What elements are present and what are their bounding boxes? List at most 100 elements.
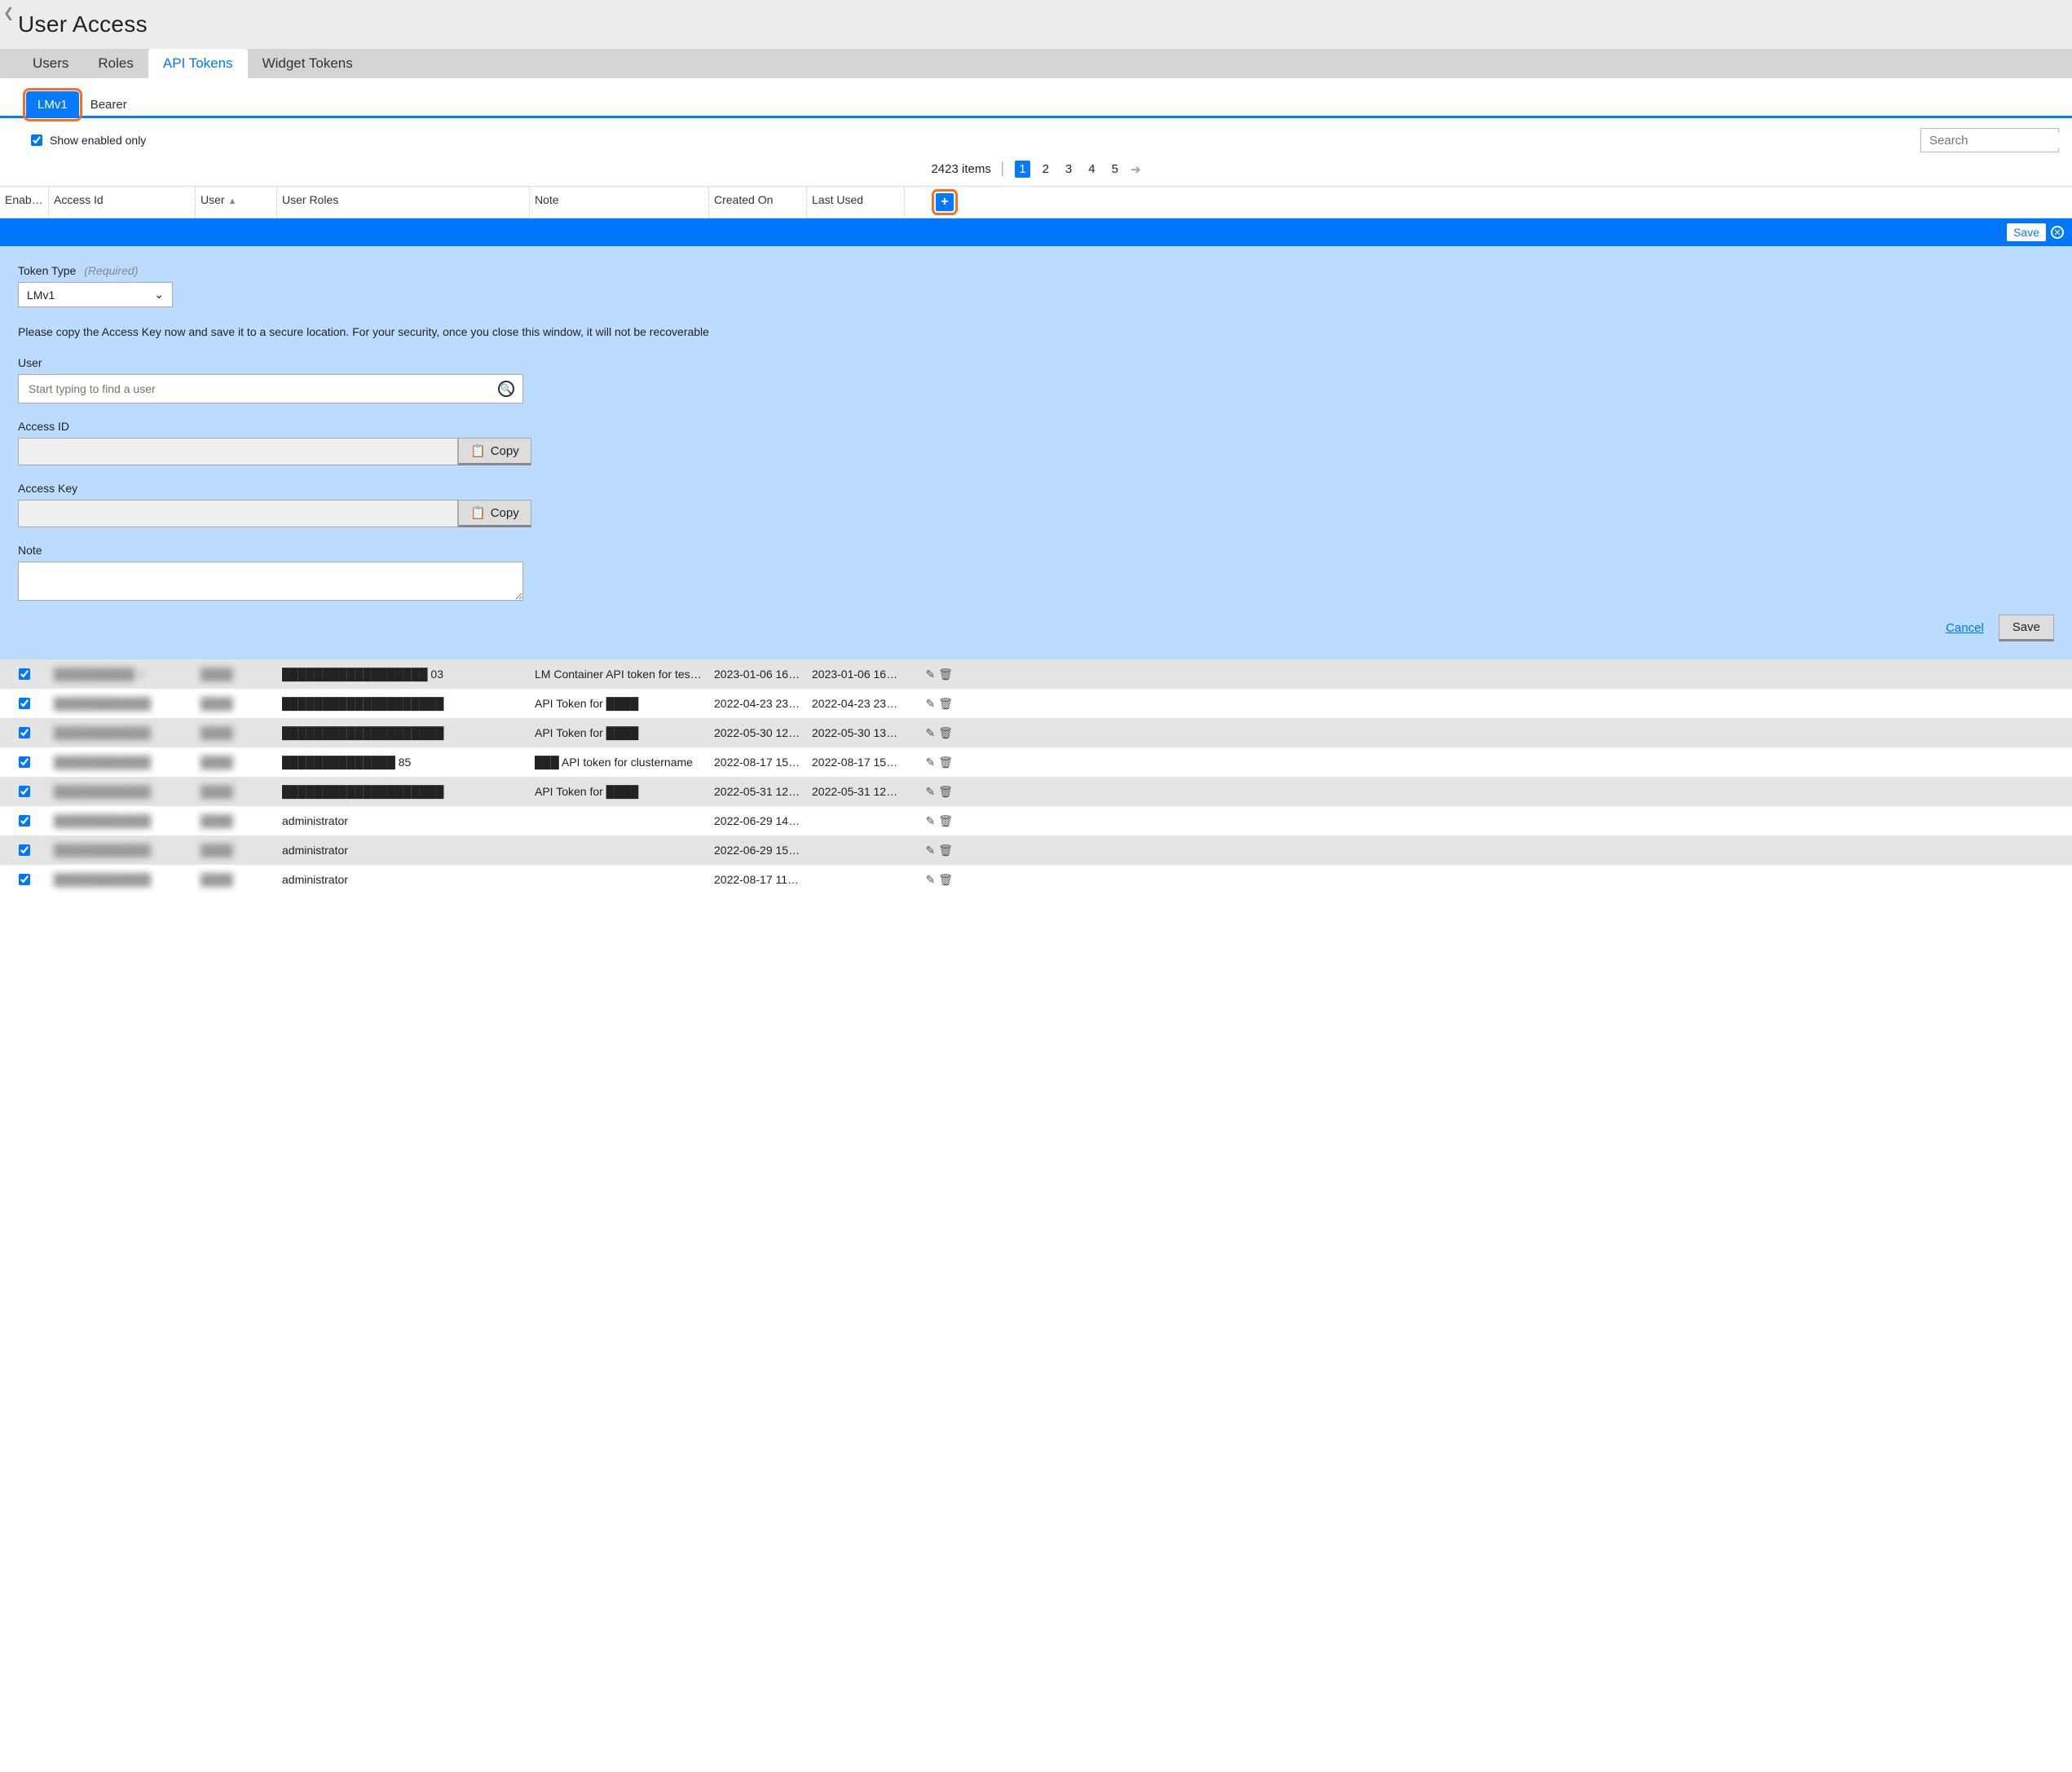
page-2[interactable]: 2: [1038, 161, 1053, 178]
col-last-used[interactable]: Last Used: [807, 187, 905, 218]
row-user: ████: [201, 844, 233, 857]
row-created: 2023-01-06 16:08: [714, 668, 805, 681]
edit-icon[interactable]: ✎: [925, 814, 935, 828]
table-row: ████████████ ████ ██████████████ 85 ███ …: [0, 747, 2072, 777]
edit-icon[interactable]: ✎: [925, 726, 935, 740]
row-access-id: ██████████ V: [54, 668, 145, 681]
row-enabled-checkbox[interactable]: [19, 698, 30, 709]
subtab-bearer[interactable]: Bearer: [79, 91, 139, 118]
col-actions: +: [905, 187, 962, 218]
row-enabled-checkbox[interactable]: [19, 668, 30, 680]
new-row-save-button[interactable]: Save: [2007, 223, 2046, 241]
user-search-input[interactable]: [27, 381, 498, 396]
row-enabled-checkbox[interactable]: [19, 815, 30, 826]
row-enabled-checkbox[interactable]: [19, 844, 30, 856]
row-enabled-checkbox[interactable]: [19, 756, 30, 768]
add-token-button[interactable]: +: [936, 193, 954, 211]
chevron-down-icon: ⌄: [154, 288, 164, 302]
row-enabled-checkbox[interactable]: [19, 874, 30, 885]
page-4[interactable]: 4: [1084, 161, 1099, 178]
clipboard-icon: 📋: [470, 505, 486, 520]
sort-asc-icon: ▲: [228, 196, 237, 206]
row-last-used: 2023-01-06 16:08: [812, 668, 902, 681]
note-textarea[interactable]: [18, 562, 523, 601]
edit-icon[interactable]: ✎: [925, 873, 935, 887]
row-note: API Token for ████: [535, 726, 638, 739]
table-row: ████████████ ████ ████████████████████ A…: [0, 689, 2072, 718]
row-last-used: 2022-05-31 12:46: [812, 785, 902, 798]
pager: 1 2 3 4 5 ➔: [1015, 161, 1140, 178]
table-row: ████████████ ████ ████████████████████ A…: [0, 718, 2072, 747]
col-note[interactable]: Note: [530, 187, 709, 218]
trash-icon[interactable]: 🗑: [938, 873, 953, 887]
page-next-icon[interactable]: ➔: [1131, 162, 1141, 177]
row-last-used: 2022-05-30 13:00: [812, 726, 902, 739]
page-5[interactable]: 5: [1108, 161, 1122, 178]
row-roles: ██████████████ 85: [282, 756, 411, 769]
table-header: Enabled Access Id User▲ User Roles Note …: [0, 186, 2072, 218]
row-roles: administrator: [282, 873, 348, 886]
cancel-button[interactable]: Cancel: [1946, 621, 1984, 635]
row-note: LM Container API token for test123: [535, 668, 709, 681]
row-access-id: ████████████: [54, 844, 151, 857]
tab-widget-tokens[interactable]: Widget Tokens: [248, 49, 368, 78]
page-1[interactable]: 1: [1015, 161, 1029, 178]
edit-icon[interactable]: ✎: [925, 756, 935, 769]
row-enabled-checkbox[interactable]: [19, 786, 30, 797]
subtab-lmv1[interactable]: LMv1: [26, 91, 79, 118]
trash-icon[interactable]: 🗑: [938, 726, 953, 740]
row-roles: ████████████████████: [282, 697, 443, 710]
show-enabled-only-checkbox[interactable]: Show enabled only: [28, 132, 146, 148]
main-tabs: Users Roles API Tokens Widget Tokens: [0, 49, 2072, 78]
trash-icon[interactable]: 🗑: [938, 814, 953, 828]
row-created: 2022-08-17 15:48: [714, 756, 805, 769]
edit-icon[interactable]: ✎: [925, 785, 935, 799]
row-created: 2022-06-29 14:33: [714, 814, 805, 827]
row-last-used: 2022-04-23 23:16: [812, 697, 902, 710]
search-input[interactable]: [1928, 133, 2072, 148]
new-token-form: Token Type (Required) LMv1 ⌄ Please copy…: [0, 246, 2072, 659]
col-enabled[interactable]: Enabled: [0, 187, 49, 218]
search-user-icon[interactable]: 🔍: [498, 381, 514, 397]
col-access-id[interactable]: Access Id: [49, 187, 196, 218]
save-button[interactable]: Save: [1999, 615, 2054, 641]
edit-icon[interactable]: ✎: [925, 697, 935, 711]
row-access-id: ████████████: [54, 814, 151, 827]
tab-roles[interactable]: Roles: [83, 49, 148, 78]
back-chevron-icon[interactable]: ❮: [3, 5, 14, 21]
copy-access-id-button[interactable]: 📋 Copy: [458, 438, 531, 465]
row-roles: ████████████████████: [282, 785, 443, 798]
row-user: ████: [201, 873, 233, 886]
trash-icon[interactable]: 🗑: [938, 844, 953, 857]
trash-icon[interactable]: 🗑: [938, 697, 953, 711]
enabled-only-input[interactable]: [31, 134, 42, 146]
copy-access-key-button[interactable]: 📋 Copy: [458, 500, 531, 527]
token-type-select[interactable]: LMv1 ⌄: [18, 282, 173, 307]
row-roles: ██████████████████ 03: [282, 668, 443, 681]
trash-icon[interactable]: 🗑: [938, 756, 953, 769]
row-roles: administrator: [282, 814, 348, 827]
row-user: ████: [201, 668, 233, 681]
trash-icon[interactable]: 🗑: [938, 785, 953, 799]
row-last-used: 2022-08-17 15:48: [812, 756, 902, 769]
row-created: 2022-08-17 11:43: [714, 873, 804, 886]
col-user[interactable]: User▲: [196, 187, 277, 218]
page-title: User Access: [0, 0, 2072, 49]
new-row-close-button[interactable]: ✕: [2051, 226, 2064, 239]
row-access-id: ████████████: [54, 756, 151, 769]
trash-icon[interactable]: 🗑: [938, 668, 953, 681]
edit-icon[interactable]: ✎: [925, 844, 935, 857]
table-row: ████████████ ████ ████████████████████ A…: [0, 777, 2072, 806]
tab-users[interactable]: Users: [18, 49, 83, 78]
row-enabled-checkbox[interactable]: [19, 727, 30, 738]
col-user-roles[interactable]: User Roles: [277, 187, 530, 218]
table-row: ██████████ V ████ ██████████████████ 03 …: [0, 659, 2072, 689]
page-3[interactable]: 3: [1061, 161, 1076, 178]
search-box[interactable]: 🔍: [1920, 128, 2059, 152]
note-label: Note: [18, 544, 2054, 557]
edit-icon[interactable]: ✎: [925, 668, 935, 681]
tab-api-tokens[interactable]: API Tokens: [148, 49, 248, 78]
row-access-id: ████████████: [54, 697, 151, 710]
row-note: API Token for ████: [535, 785, 638, 798]
col-created-on[interactable]: Created On: [709, 187, 807, 218]
